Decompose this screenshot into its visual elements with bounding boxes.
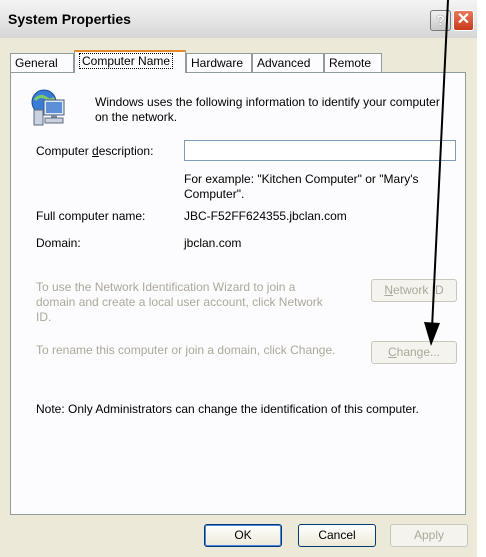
change-accel: C bbox=[387, 345, 397, 359]
network-id-text-line2: domain and create a local user account, … bbox=[36, 295, 323, 309]
help-button[interactable]: ? bbox=[430, 10, 451, 31]
info-text-line1: Windows uses the following information t… bbox=[95, 95, 440, 109]
tab-advanced[interactable]: Advanced bbox=[252, 53, 324, 72]
domain-label: Domain: bbox=[36, 236, 81, 250]
tab-remote-label: Remote bbox=[329, 56, 372, 70]
change-button[interactable]: Change... bbox=[371, 341, 457, 364]
apply-button[interactable]: Apply bbox=[390, 524, 468, 547]
ok-button[interactable]: OK bbox=[204, 524, 282, 547]
network-id-button[interactable]: Network ID bbox=[371, 279, 457, 302]
window-title: System Properties bbox=[8, 11, 131, 27]
system-properties-window: System Properties ? ✕ General Computer N… bbox=[0, 0, 477, 557]
example-hint-line1: For example: "Kitchen Computer" or "Mary… bbox=[184, 172, 419, 186]
change-button-label: hange... bbox=[396, 345, 441, 359]
tab-computer-name-label: Computer Name bbox=[79, 53, 174, 69]
close-button[interactable]: ✕ bbox=[453, 10, 474, 31]
network-id-text-line1: To use the Network Identification Wizard… bbox=[36, 280, 296, 294]
tab-computer-name[interactable]: Computer Name bbox=[74, 50, 186, 73]
full-name-label: Full computer name: bbox=[36, 209, 146, 223]
description-label-pre: Computer bbox=[36, 144, 93, 158]
rename-text: To rename this computer or join a domain… bbox=[36, 343, 336, 357]
tab-hardware-label: Hardware bbox=[191, 56, 244, 70]
title-bar[interactable]: System Properties ? ✕ bbox=[0, 0, 477, 38]
example-hint-line2: Computer". bbox=[184, 187, 245, 201]
network-id-text-line3: ID. bbox=[36, 310, 52, 324]
network-id-accel: N bbox=[384, 283, 393, 297]
full-name-value: JBC-F52FF624355.jbclan.com bbox=[184, 209, 347, 223]
description-label-post: escription: bbox=[98, 144, 154, 158]
tab-general[interactable]: General bbox=[10, 53, 74, 72]
computer-network-icon bbox=[31, 89, 65, 126]
tab-hardware[interactable]: Hardware bbox=[186, 53, 252, 72]
description-label-accel: d bbox=[92, 144, 99, 158]
tab-advanced-label: Advanced bbox=[257, 56, 311, 70]
network-id-button-label: etwork ID bbox=[392, 283, 444, 297]
info-text-line2: on the network. bbox=[95, 110, 178, 124]
cancel-button[interactable]: Cancel bbox=[298, 524, 376, 547]
tab-general-label: General bbox=[15, 56, 58, 70]
tab-remote[interactable]: Remote bbox=[324, 53, 382, 72]
domain-value: jbclan.com bbox=[184, 236, 242, 250]
computer-description-input[interactable] bbox=[184, 140, 456, 161]
admin-note: Note: Only Administrators can change the… bbox=[36, 402, 419, 416]
description-label: Computer description: bbox=[36, 144, 153, 158]
